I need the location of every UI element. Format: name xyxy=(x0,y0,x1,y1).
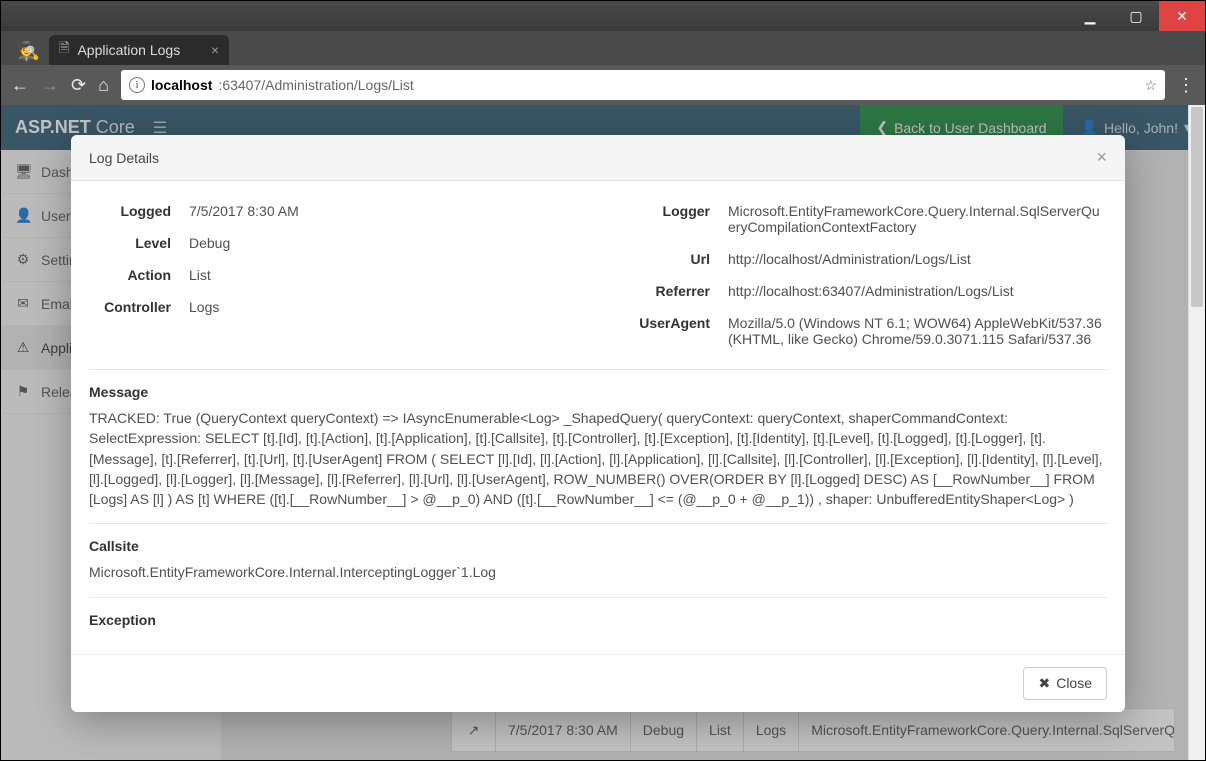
browser-tabstrip: 🕵 🗎 Application Logs × xyxy=(1,31,1205,65)
useragent-label: UserAgent xyxy=(608,315,728,331)
logged-value: 7/5/2017 8:30 AM xyxy=(189,203,588,219)
page-icon: 🗎 xyxy=(59,39,69,61)
browser-menu-icon[interactable]: ⋮ xyxy=(1177,75,1195,96)
browser-tab[interactable]: 🗎 Application Logs × xyxy=(49,35,229,65)
nav-back-icon[interactable]: ← xyxy=(11,75,29,96)
logger-value: Microsoft.EntityFrameworkCore.Query.Inte… xyxy=(728,203,1107,235)
tab-title: Application Logs xyxy=(77,42,180,58)
close-button[interactable]: ✖ Close xyxy=(1023,667,1107,700)
page-scrollbar[interactable] xyxy=(1188,105,1205,760)
logged-label: Logged xyxy=(89,203,189,219)
site-info-icon[interactable]: i xyxy=(129,77,145,93)
window-maximize-button[interactable]: ▢ xyxy=(1113,1,1159,31)
browser-toolbar: ← → ⟳ ⌂ i localhost :63407/Administratio… xyxy=(1,65,1205,105)
nav-home-icon[interactable]: ⌂ xyxy=(98,75,109,96)
modal-close-icon[interactable]: × xyxy=(1096,147,1107,168)
level-label: Level xyxy=(89,235,189,251)
bookmark-star-icon[interactable]: ☆ xyxy=(1144,77,1157,94)
url-path: :63407/Administration/Logs/List xyxy=(218,77,413,93)
nav-forward-icon: → xyxy=(41,75,59,96)
nav-reload-icon[interactable]: ⟳ xyxy=(71,75,86,96)
controller-value: Logs xyxy=(189,299,588,315)
logger-label: Logger xyxy=(608,203,728,219)
url-label: Url xyxy=(608,251,728,267)
callsite-value: Microsoft.EntityFrameworkCore.Internal.I… xyxy=(89,562,1107,582)
referrer-label: Referrer xyxy=(608,283,728,299)
tab-close-icon[interactable]: × xyxy=(211,42,219,58)
referrer-value: http://localhost:63407/Administration/Lo… xyxy=(728,283,1107,299)
modal-header: Log Details × xyxy=(71,135,1125,181)
url-host: localhost xyxy=(151,77,212,93)
useragent-value: Mozilla/5.0 (Windows NT 6.1; WOW64) Appl… xyxy=(728,315,1107,347)
callsite-label: Callsite xyxy=(89,538,1107,554)
modal-title: Log Details xyxy=(89,150,159,166)
window-titlebar: ▁ ▢ ✕ xyxy=(1,1,1205,31)
close-button-label: Close xyxy=(1056,675,1092,691)
close-icon: ✖ xyxy=(1038,675,1050,692)
url-value: http://localhost/Administration/Logs/Lis… xyxy=(728,251,1107,267)
action-value: List xyxy=(189,267,588,283)
controller-label: Controller xyxy=(89,299,189,315)
address-bar[interactable]: i localhost :63407/Administration/Logs/L… xyxy=(121,70,1165,100)
incognito-icon: 🕵 xyxy=(9,37,49,65)
action-label: Action xyxy=(89,267,189,283)
message-value: TRACKED: True (QueryContext queryContext… xyxy=(89,408,1107,509)
message-label: Message xyxy=(89,384,1107,400)
exception-label: Exception xyxy=(89,612,1107,628)
page-viewport: ASP.NET Core ☰ ❮ Back to User Dashboard … xyxy=(1,105,1205,760)
log-details-modal: Log Details × Logged7/5/2017 8:30 AM Lev… xyxy=(71,135,1125,712)
window-close-button[interactable]: ✕ xyxy=(1159,1,1205,31)
window-minimize-button[interactable]: ▁ xyxy=(1067,1,1113,31)
level-value: Debug xyxy=(189,235,588,251)
scrollbar-thumb[interactable] xyxy=(1191,107,1203,307)
browser-window: ▁ ▢ ✕ 🕵 🗎 Application Logs × ← → ⟳ ⌂ i l… xyxy=(0,0,1206,761)
